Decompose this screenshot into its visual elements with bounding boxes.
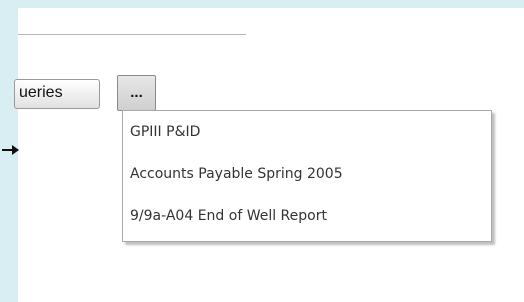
dropdown-menu: GPIII P&ID Accounts Payable Spring 2005 … bbox=[122, 110, 492, 242]
menu-item-gpiii-pid[interactable]: GPIII P&ID bbox=[130, 124, 200, 140]
queries-button[interactable]: ueries bbox=[14, 79, 100, 109]
more-options-button[interactable]: ... bbox=[117, 75, 156, 111]
content-panel: ueries ... GPIII P&ID Accounts Payable S… bbox=[14, 8, 524, 302]
divider bbox=[18, 34, 246, 35]
more-options-label: ... bbox=[130, 84, 143, 101]
queries-button-label: ueries bbox=[19, 84, 63, 101]
arrow-pointer-icon bbox=[2, 145, 19, 155]
menu-item-accounts-payable[interactable]: Accounts Payable Spring 2005 bbox=[130, 166, 343, 182]
menu-item-end-of-well-report[interactable]: 9/9a-A04 End of Well Report bbox=[130, 208, 327, 224]
